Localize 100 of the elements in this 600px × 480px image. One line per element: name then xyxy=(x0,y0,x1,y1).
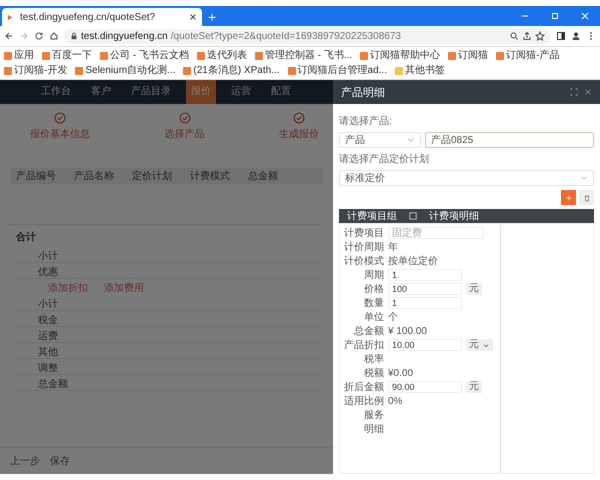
field-value: ¥ 100.00 xyxy=(388,326,427,336)
bookmark[interactable]: 订阅猫-开发 xyxy=(4,64,68,77)
home-icon[interactable] xyxy=(49,31,59,41)
input-field[interactable]: 1 xyxy=(388,269,462,281)
bookmark[interactable]: 订阅猫后台管理ad... xyxy=(288,64,387,77)
bookmark-icon xyxy=(394,66,403,74)
column-header: 计费模式 xyxy=(190,170,230,183)
caret-icon xyxy=(580,174,588,182)
select-field[interactable]: 产品 xyxy=(339,132,421,148)
step-label: 选择产品 xyxy=(164,128,204,141)
summary-label: 其他 xyxy=(38,346,58,358)
field-label: 单位 xyxy=(363,310,384,324)
field-label: 服务 xyxy=(363,409,384,422)
nav-tab[interactable]: 运营 xyxy=(226,80,256,104)
bookmark-icon xyxy=(254,52,263,60)
bookmark[interactable]: 其他书签 xyxy=(394,64,445,77)
bookmark[interactable]: 迭代列表 xyxy=(196,49,247,62)
field-label: 数量 xyxy=(363,297,384,310)
column-header: 总金额 xyxy=(248,170,278,183)
back-icon[interactable] xyxy=(4,31,14,41)
field-label: 税率 xyxy=(363,352,384,366)
unit-addon: 元 xyxy=(466,283,482,295)
column-header: 产品名称 xyxy=(74,170,114,183)
summary-label: 优惠 xyxy=(38,266,58,278)
bookmark-icon xyxy=(100,52,108,60)
field-label: 计费项目 xyxy=(343,226,384,240)
profile-icon[interactable] xyxy=(571,31,581,41)
close-icon[interactable] xyxy=(189,13,197,21)
field-value: 按单位定价 xyxy=(388,254,438,268)
new-tab-button[interactable]: + xyxy=(202,8,222,26)
input-field[interactable]: 1 xyxy=(388,297,462,309)
select-field[interactable]: 标准定价 xyxy=(339,170,594,186)
column-header: 计费项明细 xyxy=(429,210,479,223)
drawer-title: 产品明细 xyxy=(341,86,385,100)
reload-icon[interactable] xyxy=(34,31,44,41)
expand-icon[interactable] xyxy=(570,88,578,96)
input-field[interactable]: 产品0825 xyxy=(425,132,594,148)
field-label: 计价模式 xyxy=(343,254,384,268)
maximize-icon[interactable] xyxy=(550,11,560,21)
bookmark[interactable]: 订阅猫-产品 xyxy=(496,49,560,62)
address-bar[interactable]: test.dingyuefeng.cn /quoteSet?type=2&quoteId=1693897920225308673 xyxy=(64,28,551,44)
column-header: 计费项目组 xyxy=(347,210,397,223)
bookmark[interactable]: 应用 xyxy=(4,49,34,62)
column-header: 定价计划 xyxy=(132,170,172,183)
unit-addon: 元 xyxy=(466,381,482,393)
bookmark[interactable]: 管理控制器 - 飞书... xyxy=(254,49,352,62)
summary-label: 总金额 xyxy=(38,378,68,390)
nav-tab[interactable]: 客户 xyxy=(86,80,116,104)
nav-tab[interactable]: 产品目录 xyxy=(126,80,176,104)
field-label: 价格 xyxy=(363,282,384,296)
field-value: 个 xyxy=(388,311,398,324)
section-title: 合计 xyxy=(16,230,37,244)
bookmark-icon xyxy=(496,52,504,60)
field-label: 折后金额 xyxy=(343,380,384,394)
unit-addon: 元 ⌄ xyxy=(466,339,493,351)
trash-icon xyxy=(582,194,590,202)
summary-label: 运费 xyxy=(38,330,58,342)
bookmark-icon xyxy=(75,66,84,74)
input-field[interactable]: 90.00 xyxy=(388,381,462,393)
field-label: 周期 xyxy=(363,268,384,282)
input-field[interactable]: 10.00 xyxy=(388,339,462,351)
step-label: 报价基本信息 xyxy=(30,128,90,141)
bookmark[interactable]: 百度一下 xyxy=(42,49,92,62)
summary-label: 小计 xyxy=(38,298,58,310)
column-header: 产品编号 xyxy=(16,170,56,183)
step-label: 生成报价 xyxy=(279,128,319,141)
bookmark-icon xyxy=(360,52,368,60)
bookmark[interactable]: 订阅猫帮助中心 xyxy=(360,49,440,62)
field-label: 计价周期 xyxy=(343,240,384,254)
field-label: 税额 xyxy=(363,366,384,380)
summary-label: 小计 xyxy=(38,250,58,262)
field-value: 年 xyxy=(388,241,398,254)
close-icon[interactable] xyxy=(584,88,592,96)
field-label: 总金额 xyxy=(353,324,384,338)
bookmark[interactable]: 公司 - 飞书云文档 xyxy=(100,49,189,62)
input-field[interactable]: 100 xyxy=(388,283,462,295)
field-value: ¥0.00 xyxy=(388,368,414,378)
bookmark-icon xyxy=(448,52,456,60)
add-icon xyxy=(564,194,572,202)
bookmark-icon xyxy=(42,52,50,60)
lock-icon xyxy=(70,32,78,40)
bookmark[interactable]: (21条消息) XPath... xyxy=(183,64,280,77)
delete-button[interactable] xyxy=(579,190,594,205)
star-icon[interactable] xyxy=(535,31,545,41)
zoom-icon[interactable] xyxy=(509,31,519,41)
summary-label: 税金 xyxy=(38,314,58,326)
field-label: 适用比例 xyxy=(343,394,384,408)
bookmark[interactable]: 订阅猫 xyxy=(448,49,488,62)
bookmark-icon xyxy=(288,66,296,74)
browser-tab[interactable]: test.dingyuefeng.cn/quoteSet? xyxy=(2,8,202,26)
field-label: 明细 xyxy=(363,423,384,436)
nav-tab[interactable]: 工作台 xyxy=(36,80,76,104)
sidebar-icon[interactable] xyxy=(556,31,566,41)
field-label: 产品折扣 xyxy=(343,338,384,352)
field-value: 0% xyxy=(388,396,402,406)
bookmark[interactable]: Selenium自动化测... xyxy=(75,64,176,77)
nav-tab[interactable]: 配置 xyxy=(266,80,296,104)
field-label: 请选择产品定价计划 xyxy=(339,152,430,166)
share-icon[interactable] xyxy=(522,31,532,41)
checkbox-icon[interactable] xyxy=(409,212,417,220)
